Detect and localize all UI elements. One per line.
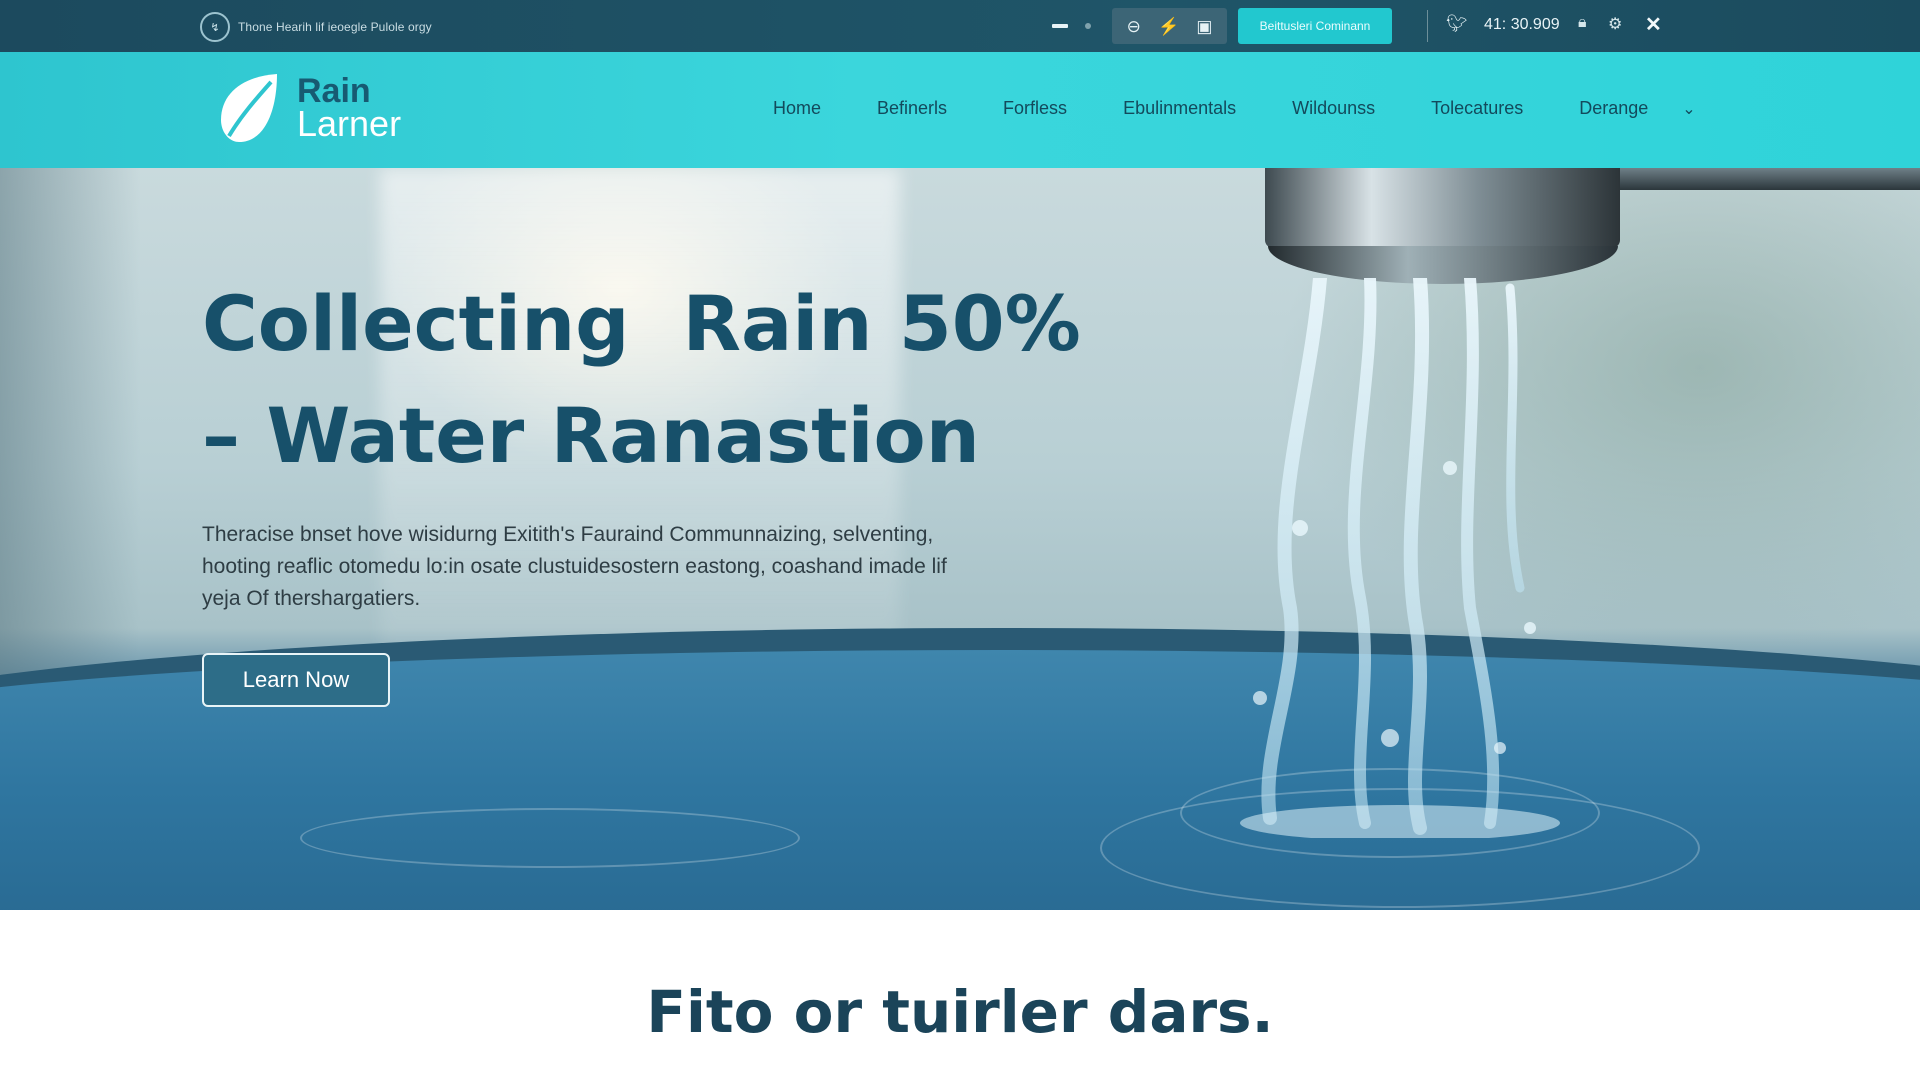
twitter-icon[interactable]: 🐦︎: [1446, 14, 1468, 34]
dot-icon: [1085, 23, 1091, 29]
bolt-icon[interactable]: ⚡: [1158, 18, 1179, 35]
nav-item-wildounss[interactable]: Wildounss: [1292, 98, 1375, 119]
mini-logo-icon[interactable]: ↯: [200, 12, 230, 42]
nav-item-tolecatures[interactable]: Tolecatures: [1431, 98, 1523, 119]
nav-item-derange[interactable]: Derange: [1579, 98, 1648, 119]
tagline: Thone Hearih lif ieoegle Pulole orgy: [238, 20, 432, 34]
nav-item-home[interactable]: Home: [773, 98, 821, 119]
hero-section: Collecting Rain 50% – Water Ranastion Th…: [0, 168, 1920, 910]
nav-item-befinerls[interactable]: Befinerls: [877, 98, 947, 119]
chevron-down-icon[interactable]: ⌄: [1682, 99, 1695, 119]
briefcase-icon[interactable]: ▣: [1196, 18, 1212, 35]
nav-menu: Home Befinerls Forfless Ebulinmentals Wi…: [773, 98, 1696, 119]
faucet: [1265, 168, 1620, 248]
ripple: [300, 808, 800, 868]
close-icon[interactable]: ✕: [1645, 12, 1662, 37]
top-utility-bar: ↯ Thone Hearih lif ieoegle Pulole orgy ⊖…: [0, 0, 1920, 52]
top-cta-button[interactable]: Beittusleri Cominann: [1238, 8, 1392, 44]
lock-icon[interactable]: 🔒︎: [1578, 14, 1587, 32]
hero-description: Theracise bnset hove wisidurng Exitith's…: [202, 523, 947, 610]
hero-title: Collecting Rain 50% – Water Ranastion: [202, 268, 1102, 492]
wall-shadow: [0, 168, 140, 688]
water-stream-image: [1240, 278, 1560, 838]
leaf-logo-icon: [221, 74, 277, 142]
faucet-pipe: [1590, 168, 1920, 190]
learn-now-button[interactable]: Learn Now: [202, 653, 390, 707]
nav-item-ebulinmentals[interactable]: Ebulinmentals: [1123, 98, 1236, 119]
minimize-icon[interactable]: [1052, 24, 1068, 28]
hero-title-line-1: Collecting Rain 50%: [202, 279, 1081, 368]
tagline-group: ↯ Thone Hearih lif ieoegle Pulole orgy: [200, 12, 432, 42]
hero-title-line-2: – Water Ranastion: [202, 391, 980, 480]
toolbar-icon-group: ⊖ ⚡ ▣: [1112, 8, 1227, 44]
section-heading: Fito or tuirler dars.: [646, 978, 1274, 1046]
minus-circle-icon[interactable]: ⊖: [1127, 18, 1141, 35]
clock-readout: 41: 30.909: [1484, 16, 1560, 33]
main-navigation: Rain Larner Home Befinerls Forfless Ebul…: [0, 52, 1920, 168]
nav-item-forfless[interactable]: Forfless: [1003, 98, 1067, 119]
brand-wordmark: Rain Larner: [297, 74, 401, 142]
brand-word-2: Larner: [297, 103, 402, 144]
divider: [1427, 10, 1428, 42]
settings-icon[interactable]: ⚙: [1608, 14, 1622, 34]
brand-logo[interactable]: Rain Larner: [215, 70, 401, 146]
